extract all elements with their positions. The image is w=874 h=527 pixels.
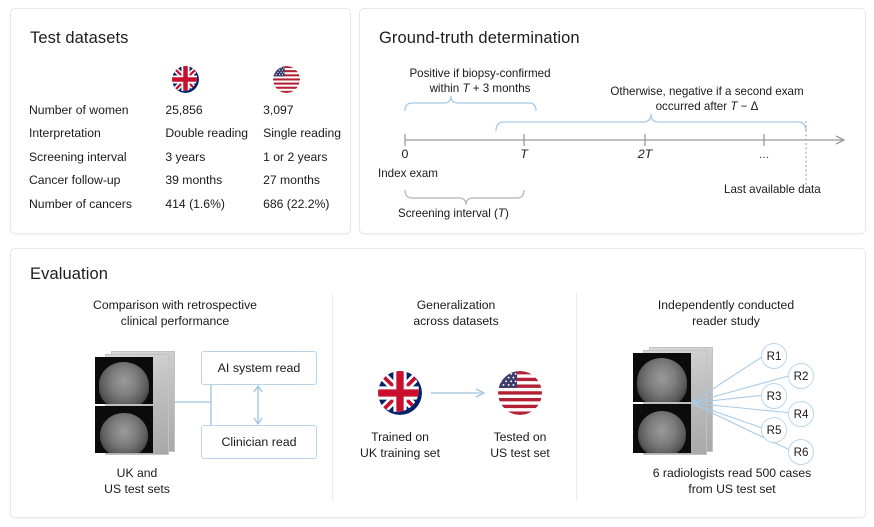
reader-circle-r2: R2 [788, 363, 814, 389]
row-label: Screening interval [29, 145, 165, 169]
row-value-us: Single reading [263, 122, 341, 146]
mammogram-stack-comparison [95, 351, 179, 453]
generalization-arrow [431, 385, 491, 401]
axis-tick-label-2T: 2T [633, 147, 657, 161]
index-exam-label: Index exam [378, 167, 438, 182]
reader-circle-r6: R6 [788, 439, 814, 465]
ground-truth-panel: Ground-truth determination Positive if b… [359, 8, 866, 234]
test-datasets-table: Number of women 25,856 3,097 Interpretat… [29, 98, 341, 216]
bidirectional-arrow [251, 385, 265, 425]
row-value-us: 27 months [263, 169, 341, 193]
brace-negative-window [496, 114, 806, 131]
clinician-read-box[interactable]: Clinician read [201, 425, 317, 459]
section-2-target-line2: US test set [463, 445, 577, 461]
evaluation-panel: Evaluation Comparison with retrospective… [10, 248, 866, 518]
row-label: Number of cancers [29, 192, 165, 216]
section-3-heading-line2: reader study [606, 313, 846, 329]
row-label: Number of women [29, 98, 165, 122]
test-datasets-panel: Test datasets [10, 8, 351, 234]
ai-system-read-box[interactable]: AI system read [201, 351, 317, 385]
axis-tick-label-T: T [514, 147, 534, 161]
row-label: Interpretation [29, 122, 165, 146]
section-divider-1 [332, 293, 333, 501]
row-value-uk: 414 (1.6%) [165, 192, 263, 216]
brace-screening-interval [405, 190, 524, 205]
table-row: Interpretation Double reading Single rea… [29, 122, 341, 146]
reader-circle-r4: R4 [788, 401, 814, 427]
page-title-evaluation: Evaluation [30, 265, 108, 284]
table-row: Number of cancers 414 (1.6%) 686 (22.2%) [29, 192, 341, 216]
table-row: Screening interval 3 years 1 or 2 years [29, 145, 341, 169]
row-value-uk: 3 years [165, 145, 263, 169]
row-value-us: 686 (22.2%) [263, 192, 341, 216]
us-flag-icon [273, 66, 300, 93]
uk-flag-icon [378, 371, 422, 415]
section-2-source-line1: Trained on [340, 429, 460, 445]
section-2-source-line2: UK training set [340, 445, 460, 461]
table-row: Number of women 25,856 3,097 [29, 98, 341, 122]
us-flag-icon [498, 371, 542, 415]
row-value-us: 1 or 2 years [263, 145, 341, 169]
table-row: Cancer follow-up 39 months 27 months [29, 169, 341, 193]
page-title-test-datasets: Test datasets [30, 29, 129, 48]
section-1-caption-line2: US test sets [67, 481, 207, 497]
last-available-data-label: Last available data [724, 183, 821, 198]
screening-interval-label: Screening interval (T) [398, 207, 509, 222]
timeline-graphic [360, 9, 865, 233]
section-3-caption-line1: 6 radiologists read 500 cases [607, 465, 857, 481]
axis-tick-label-ellipsis: ... [754, 147, 774, 161]
section-3-heading-line1: Independently conducted [606, 297, 846, 313]
reader-circle-r1: R1 [761, 343, 787, 369]
reader-circle-r5: R5 [761, 417, 787, 443]
row-value-uk: Double reading [165, 122, 263, 146]
brace-positive-window [405, 96, 536, 111]
section-1-heading-line2: clinical performance [47, 313, 303, 329]
section-divider-2 [576, 293, 577, 501]
section-2-target-line1: Tested on [463, 429, 577, 445]
row-value-uk: 25,856 [165, 98, 263, 122]
section-2-heading-line2: across datasets [347, 313, 565, 329]
uk-flag-icon [172, 66, 199, 93]
axis-tick-label-0: 0 [395, 147, 415, 161]
section-1-caption-line1: UK and [67, 465, 207, 481]
section-1-heading-line1: Comparison with retrospective [47, 297, 303, 313]
section-2-heading-line1: Generalization [347, 297, 565, 313]
row-label: Cancer follow-up [29, 169, 165, 193]
section-3-caption-line2: from US test set [607, 481, 857, 497]
row-value-us: 3,097 [263, 98, 341, 122]
reader-circle-r3: R3 [761, 383, 787, 409]
row-value-uk: 39 months [165, 169, 263, 193]
